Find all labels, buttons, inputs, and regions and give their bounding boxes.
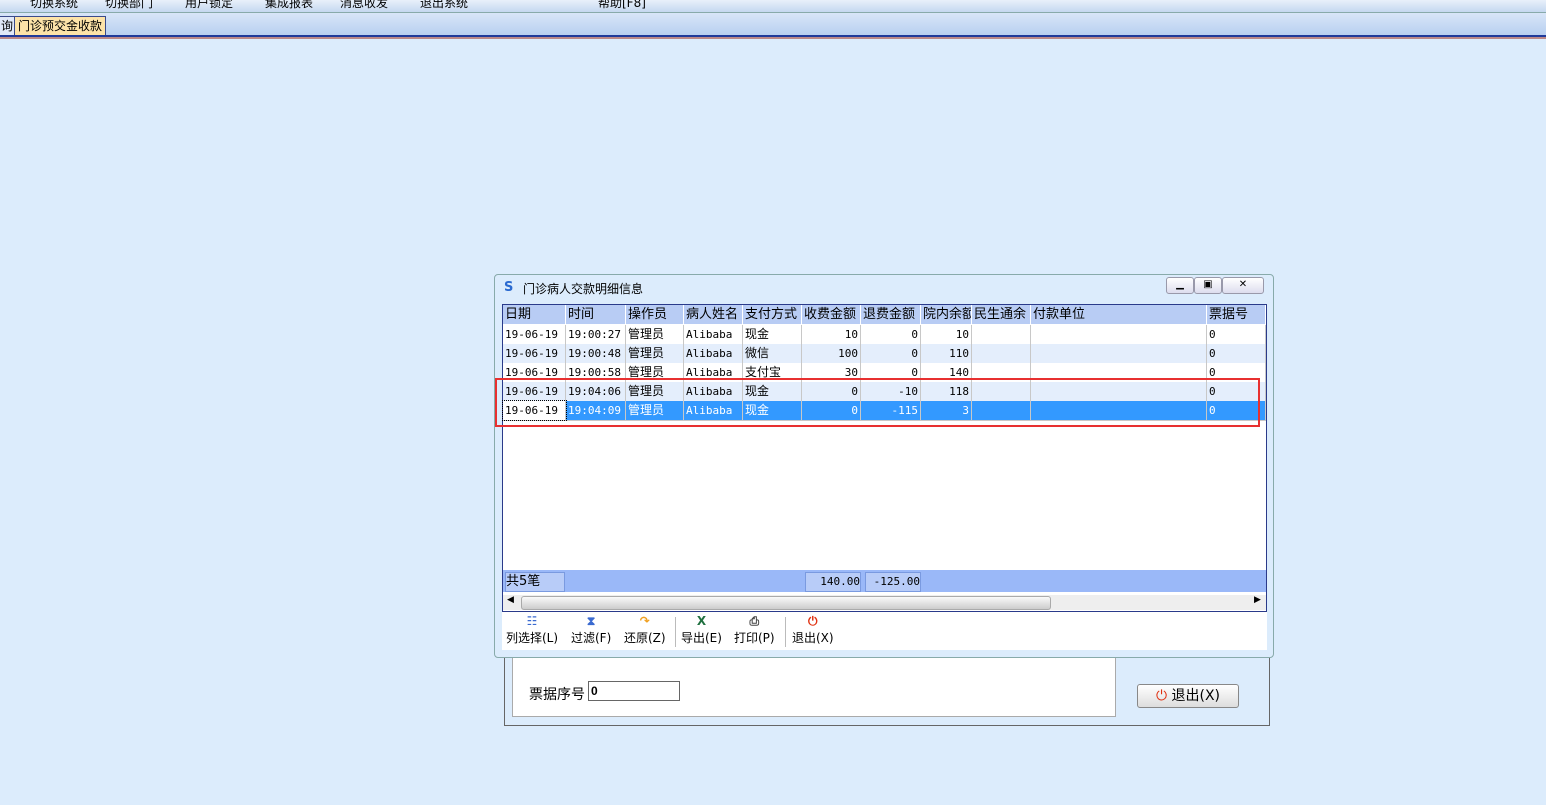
filter-icon: ⧗: [586, 614, 596, 628]
tab-bar: 询 门诊预交金收款: [0, 13, 1546, 37]
charge-total: 140.00: [805, 572, 861, 592]
table-cell: [972, 325, 1031, 344]
table-cell: 19-06-19: [503, 325, 566, 344]
table-row[interactable]: 19-06-19 19:00:48 管理员 Alibaba 微信 100 0 110 0: [503, 344, 1266, 364]
print-icon: ⎙: [749, 614, 760, 628]
column-header[interactable]: 支付方式: [743, 305, 802, 324]
toolbar-label: 过滤(F): [571, 631, 612, 645]
column-header[interactable]: 日期: [503, 305, 566, 324]
table-cell: 110: [921, 344, 972, 363]
transaction-table: 日期 时间 操作员 病人姓名 支付方式 收费金额 退费金额 院内余额 民生通余 付款单位 票据号 1…: [502, 304, 1267, 612]
scroll-right-arrow[interactable]: ▶: [1254, 595, 1261, 605]
receipt-input[interactable]: [588, 681, 680, 701]
table-cell: [972, 344, 1031, 363]
toolbar-button-power[interactable]: ⏻ 退出(X): [792, 614, 834, 646]
menu-user-lock[interactable]: 用户锁定: [185, 0, 233, 11]
record-count: 共5笔: [505, 572, 565, 592]
toolbar-separator: [785, 617, 786, 647]
power-icon: ⏻: [1155, 688, 1168, 704]
toolbar-button-print[interactable]: ⎙ 打印(P): [734, 614, 775, 646]
divider: [0, 37, 1546, 39]
menu-reports[interactable]: 集成报表: [265, 0, 313, 11]
dialog-toolbar: [502, 612, 1267, 650]
toolbar-button-undo[interactable]: ↷ 还原(Z): [624, 614, 666, 646]
column-header[interactable]: 院内余额: [921, 305, 972, 324]
menu-exit-system[interactable]: 退出系统: [420, 0, 468, 11]
exit-label: 退出(X): [1171, 688, 1221, 704]
table-cell: 微信: [743, 344, 802, 363]
table-cell: Alibaba: [684, 325, 743, 344]
menu-switch-dept[interactable]: 切换部门: [105, 0, 153, 11]
toolbar-button-excel-export[interactable]: X 导出(E): [681, 614, 722, 646]
toolbar-label: 导出(E): [681, 631, 722, 645]
menu-switch-system[interactable]: 切换系统: [30, 0, 78, 11]
toolbar-label: 列选择(L): [506, 631, 559, 645]
top-menu-bar: 切换系统 切换部门 用户锁定 集成报表 消息收发 退出系统 帮助[F8]: [0, 0, 1546, 13]
minimize-button[interactable]: ▁: [1166, 277, 1194, 294]
column-header[interactable]: 时间: [566, 305, 626, 324]
toolbar-label: 打印(P): [734, 631, 775, 645]
table-cell: 0: [1207, 325, 1266, 344]
menu-help[interactable]: 帮助[F8]: [598, 0, 646, 11]
table-cell: [1031, 344, 1207, 363]
table-footer: 共5笔 140.00 -125.00: [503, 570, 1266, 592]
excel-export-icon: X: [696, 614, 707, 628]
form-panel: 票据序号: [512, 656, 1116, 717]
table-cell: Alibaba: [684, 344, 743, 363]
column-header[interactable]: 民生通余: [972, 305, 1031, 324]
table-row[interactable]: 19-06-19 19:00:27 管理员 Alibaba 现金 10 0 10 0: [503, 325, 1266, 345]
scroll-left-arrow[interactable]: ◀: [507, 595, 514, 605]
receipt-label: 票据序号: [529, 687, 585, 703]
toolbar-label: 还原(Z): [624, 631, 666, 645]
scroll-thumb[interactable]: [521, 596, 1051, 610]
table-cell: 19-06-19: [503, 344, 566, 363]
table-cell: 管理员: [626, 344, 684, 363]
tab-prepay-collection[interactable]: 门诊预交金收款: [14, 16, 107, 35]
maximize-button[interactable]: ▣: [1194, 277, 1222, 294]
power-icon: ⏻: [808, 614, 818, 628]
table-header: 日期 时间 操作员 病人姓名 支付方式 收费金额 退费金额 院内余额 民生通余 付款单位 票据号: [503, 305, 1266, 324]
table-cell: 管理员: [626, 325, 684, 344]
dialog-title: 门诊病人交款明细信息: [523, 282, 644, 296]
toolbar-button-list[interactable]: ☷ 列选择(L): [506, 614, 558, 646]
table-cell: 现金: [743, 325, 802, 344]
toolbar-label: 退出(X): [792, 631, 834, 645]
refund-total: -125.00: [865, 572, 921, 592]
table-cell: [1031, 325, 1207, 344]
table-cell: 10: [802, 325, 861, 344]
close-button[interactable]: ✕: [1222, 277, 1264, 294]
table-cell: 10: [921, 325, 972, 344]
app-icon: S: [504, 280, 514, 295]
column-header[interactable]: 退费金额: [861, 305, 921, 324]
table-cell: 100: [802, 344, 861, 363]
table-cell: 0: [1207, 344, 1266, 363]
undo-icon: ↷: [639, 614, 650, 628]
toolbar-separator: [675, 617, 676, 647]
exit-button[interactable]: ⏻ 退出(X): [1137, 684, 1239, 708]
table-cell: 0: [861, 325, 921, 344]
column-header[interactable]: 病人姓名: [684, 305, 743, 324]
list-icon: ☷: [526, 614, 538, 628]
column-header[interactable]: 操作员: [626, 305, 684, 324]
table-cell: 19:00:27: [566, 325, 626, 344]
table-cell: 0: [861, 344, 921, 363]
horizontal-scrollbar[interactable]: ◀ ▶: [503, 595, 1266, 610]
toolbar-button-filter[interactable]: ⧗ 过滤(F): [571, 614, 611, 646]
column-header[interactable]: 票据号: [1207, 305, 1266, 324]
column-header[interactable]: 收费金额: [802, 305, 861, 324]
column-header[interactable]: 付款单位: [1031, 305, 1207, 324]
annotation-highlight-box: [495, 378, 1260, 427]
menu-messages[interactable]: 消息收发: [340, 0, 388, 11]
table-cell: 19:00:48: [566, 344, 626, 363]
